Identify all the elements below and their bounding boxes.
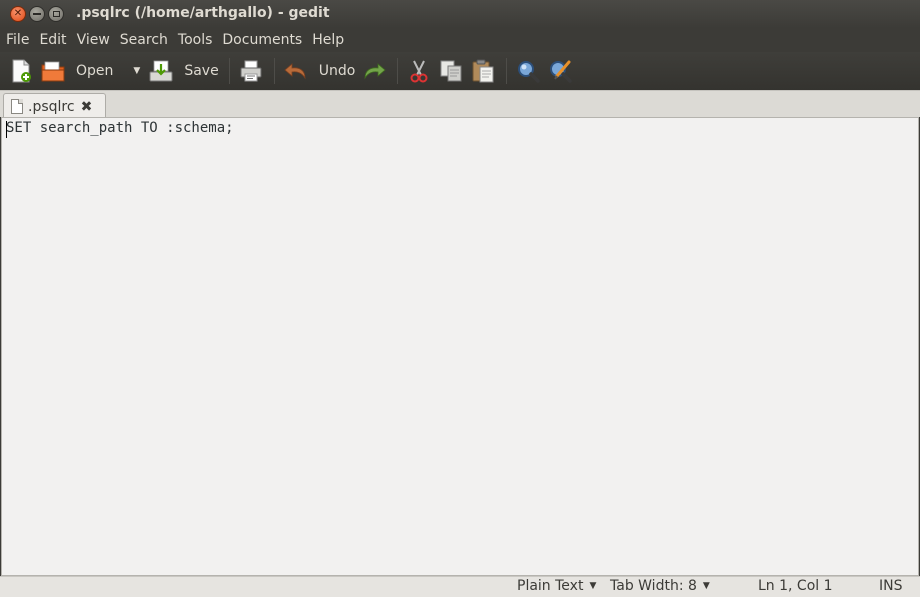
menu-tools[interactable]: Tools	[178, 32, 213, 48]
redo-arrow-icon	[364, 63, 386, 80]
menu-help[interactable]: Help	[312, 32, 344, 48]
menu-file[interactable]: File	[6, 32, 29, 48]
tab-width-selector[interactable]: Tab Width: 8 ▼	[610, 578, 710, 594]
save-icon	[149, 60, 173, 82]
copy-button[interactable]	[438, 55, 464, 87]
open-folder-icon	[41, 61, 65, 82]
text-cursor	[6, 121, 7, 138]
menu-search[interactable]: Search	[120, 32, 168, 48]
paste-button[interactable]	[470, 55, 496, 87]
undo-label: Undo	[318, 63, 356, 79]
new-document-icon	[12, 59, 31, 83]
text-editor-area[interactable]: SET search_path TO :schema;	[1, 117, 919, 576]
magnifier-icon	[518, 61, 541, 83]
tab-close-icon[interactable]: ✖	[81, 99, 93, 115]
toolbar-separator	[506, 58, 508, 84]
toolbar: Open ▼ Save Undo	[0, 52, 920, 90]
window-title: .psqlrc (/home/arthgallo) - gedit	[76, 5, 330, 21]
tab-label: .psqlrc	[28, 98, 75, 115]
title-bar: ✕ .psqlrc (/home/arthgallo) - gedit	[0, 0, 920, 28]
minimize-icon	[33, 13, 41, 15]
open-label: Open	[76, 63, 114, 79]
open-button[interactable]: Open	[40, 55, 113, 87]
minimize-window-button[interactable]	[29, 6, 45, 22]
paste-clipboard-icon	[472, 59, 494, 83]
printer-icon	[240, 60, 262, 82]
find-button[interactable]	[515, 55, 541, 87]
save-button[interactable]: Save	[148, 55, 219, 87]
toolbar-separator	[273, 58, 275, 84]
tab-psqlrc[interactable]: .psqlrc ✖	[3, 93, 106, 119]
undo-arrow-icon	[284, 63, 306, 80]
redo-button[interactable]	[361, 55, 387, 87]
insert-mode-indicator: INS	[879, 578, 903, 594]
document-tab-bar: .psqlrc ✖	[0, 90, 920, 119]
language-selector[interactable]: Plain Text ▼	[517, 578, 596, 594]
copy-icon	[440, 60, 462, 82]
find-replace-icon	[550, 60, 573, 83]
cursor-position: Ln 1, Col 1	[758, 578, 833, 594]
scissors-icon	[410, 60, 428, 83]
language-label: Plain Text	[517, 578, 584, 594]
open-recent-dropdown[interactable]: ▼	[133, 66, 140, 76]
menu-documents[interactable]: Documents	[222, 32, 302, 48]
cut-button[interactable]	[406, 55, 432, 87]
undo-button[interactable]: Undo	[283, 55, 356, 87]
print-button[interactable]	[238, 55, 264, 87]
chevron-down-icon: ▼	[702, 581, 710, 591]
maximize-icon	[52, 11, 60, 17]
tab-width-label: Tab Width: 8	[610, 578, 697, 594]
new-document-button[interactable]	[8, 55, 34, 87]
close-window-button[interactable]: ✕	[10, 6, 26, 22]
menu-bar: File Edit View Search Tools Documents He…	[0, 28, 920, 52]
maximize-window-button[interactable]	[48, 6, 64, 22]
chevron-down-icon: ▼	[589, 581, 597, 591]
find-replace-button[interactable]	[547, 55, 573, 87]
toolbar-separator	[228, 58, 230, 84]
editor-line-1: SET search_path TO :schema;	[6, 120, 234, 136]
status-bar: Plain Text ▼ Tab Width: 8 ▼ Ln 1, Col 1 IN…	[0, 576, 920, 597]
text-document-icon	[11, 99, 23, 114]
toolbar-separator	[397, 58, 399, 84]
menu-edit[interactable]: Edit	[39, 32, 66, 48]
menu-view[interactable]: View	[77, 32, 110, 48]
save-label: Save	[184, 63, 219, 79]
